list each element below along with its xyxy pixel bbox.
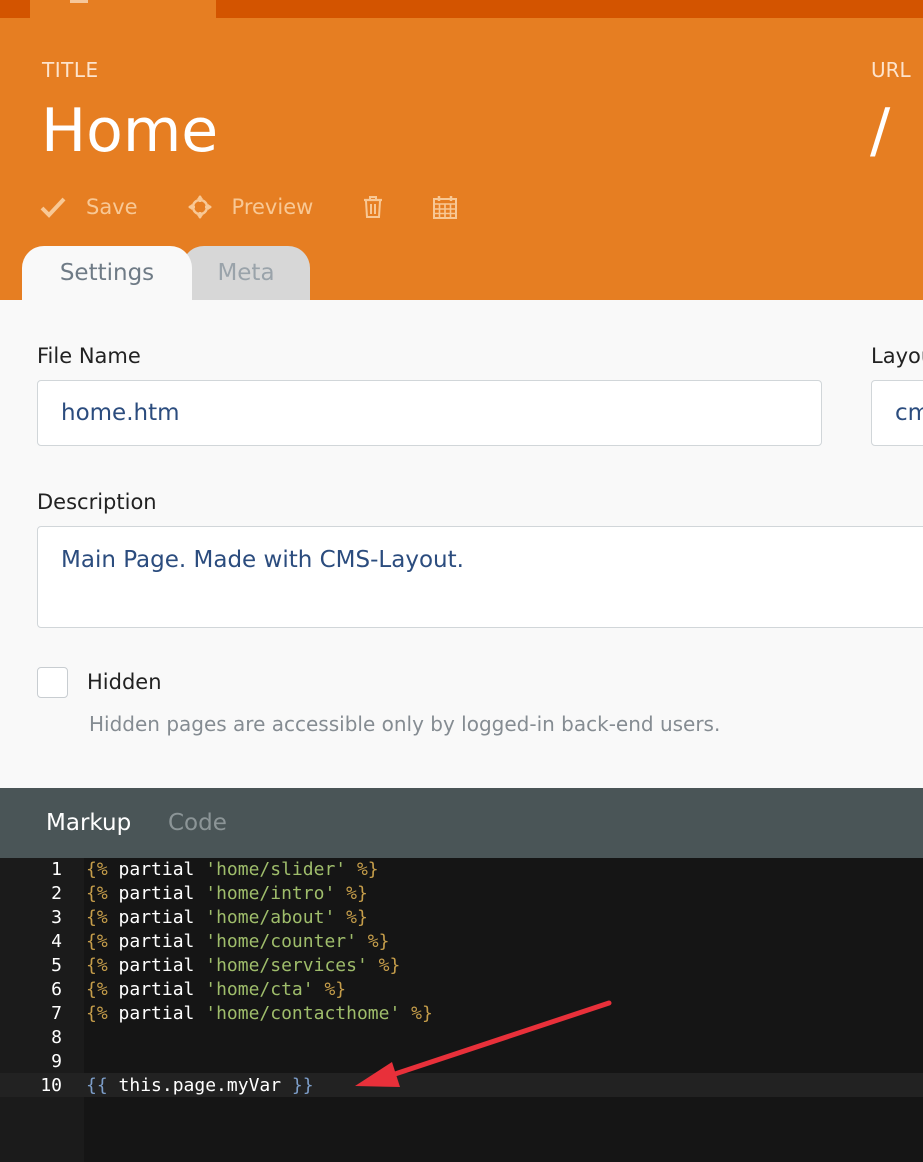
toolbar: Save Preview (40, 190, 507, 224)
line-code: {% partial 'home/contacthome' %} (86, 1002, 433, 1026)
file-name-label: File Name (37, 344, 141, 368)
save-label: Save (86, 195, 138, 219)
tab-meta-label: Meta (217, 260, 275, 286)
top-tab-bar (0, 0, 923, 18)
code-line[interactable]: 10 {{ this.page.myVar }} (0, 1074, 923, 1098)
code-line[interactable]: 5 {% partial 'home/services' %} (0, 954, 923, 978)
delete-button[interactable] (363, 195, 383, 219)
code-keyword: partial (107, 859, 206, 880)
layout-select[interactable]: cm (871, 380, 923, 446)
line-number: 10 (40, 1075, 62, 1096)
code-delimiter-open: {% (86, 931, 108, 952)
calendar-icon (433, 196, 458, 219)
code-line[interactable]: 4 {% partial 'home/counter' %} (0, 930, 923, 954)
tab-meta[interactable]: Meta (182, 246, 310, 300)
tab-settings-label: Settings (59, 260, 155, 286)
code-delimiter-open: {% (86, 883, 108, 904)
line-number: 4 (51, 931, 62, 952)
code-string: 'home/cta' (205, 979, 314, 1000)
line-number: 5 (51, 955, 62, 976)
page-url-field[interactable]: / (870, 96, 890, 166)
code-delimiter-open: {% (86, 955, 108, 976)
line-number: 2 (51, 883, 62, 904)
code-keyword: partial (107, 955, 206, 976)
line-code: {% partial 'home/counter' %} (86, 930, 389, 954)
trash-icon (364, 196, 383, 218)
code-line[interactable]: 9 (0, 1050, 923, 1074)
code-delimiter-close: %} (346, 859, 379, 880)
line-number: 9 (51, 1051, 62, 1072)
crosshair-icon (187, 195, 212, 219)
code-keyword: this.page.myVar (107, 1075, 292, 1096)
code-delimiter-close: %} (313, 979, 347, 1000)
title-label: TITLE (42, 58, 99, 82)
line-number: 3 (51, 907, 62, 928)
description-label: Description (37, 490, 157, 514)
code-delimiter-close: %} (335, 883, 368, 904)
code-keyword: partial (107, 907, 206, 928)
line-number: 7 (51, 1003, 62, 1024)
code-keyword: partial (107, 883, 206, 904)
code-delimiter-open: {% (86, 859, 108, 880)
hidden-label[interactable]: Hidden (87, 670, 162, 694)
code-line[interactable]: 3 {% partial 'home/about' %} (0, 906, 923, 930)
line-number: 6 (51, 979, 62, 1000)
line-code: {% partial 'home/slider' %} (86, 858, 379, 882)
file-name-input[interactable]: home.htm (37, 380, 822, 446)
code-line[interactable]: 6 {% partial 'home/cta' %} (0, 978, 923, 1002)
line-number: 1 (51, 859, 62, 880)
code-keyword: partial (107, 979, 206, 1000)
code-delimiter-open: {{ (86, 1075, 108, 1096)
hidden-help-text: Hidden pages are accessible only by logg… (89, 712, 721, 736)
code-delimiter-close: %} (356, 931, 390, 952)
code-string: 'home/contacthome' (205, 1003, 401, 1024)
code-line[interactable]: 7 {% partial 'home/contacthome' %} (0, 1002, 923, 1026)
open-document-tab[interactable] (30, 0, 216, 18)
code-string: 'home/about' (205, 907, 336, 928)
tab-code[interactable]: Code (168, 810, 227, 836)
editor-tab-bar: Markup Code (0, 788, 923, 858)
line-code: {% partial 'home/cta' %} (86, 978, 346, 1002)
code-keyword: partial (107, 931, 206, 952)
save-button[interactable]: Save (40, 195, 138, 219)
tab-icon (70, 0, 88, 3)
code-delimiter-open: {% (86, 907, 108, 928)
code-line[interactable]: 1 {% partial 'home/slider' %} (0, 858, 923, 882)
line-code: {% partial 'home/about' %} (86, 906, 368, 930)
line-code: {{ this.page.myVar }} (86, 1074, 314, 1098)
tab-settings[interactable]: Settings (22, 246, 192, 300)
code-string: 'home/services' (205, 955, 368, 976)
schedule-button[interactable] (433, 195, 458, 219)
description-input[interactable]: Main Page. Made with CMS-Layout. (37, 526, 923, 628)
code-string: 'home/intro' (205, 883, 336, 904)
code-string: 'home/counter' (205, 931, 357, 952)
url-label: URL (871, 58, 911, 82)
code-delimiter-open: {% (86, 1003, 108, 1024)
line-number: 8 (51, 1027, 62, 1048)
code-line[interactable]: 8 (0, 1026, 923, 1050)
code-delimiter-close: }} (291, 1075, 314, 1096)
code-delimiter-close: %} (400, 1003, 433, 1024)
code-delimiter-open: {% (86, 979, 108, 1000)
code-string: 'home/slider' (205, 859, 347, 880)
line-code: {% partial 'home/services' %} (86, 954, 400, 978)
code-editor[interactable]: 1 {% partial 'home/slider' %} 2 {% partial … (0, 858, 923, 1162)
settings-form: File Name home.htm Layou cm Description … (0, 300, 923, 788)
code-keyword: partial (107, 1003, 206, 1024)
code-delimiter-close: %} (335, 907, 368, 928)
tab-markup[interactable]: Markup (46, 810, 131, 836)
check-icon (40, 197, 66, 218)
preview-label: Preview (231, 195, 314, 219)
hidden-checkbox[interactable] (37, 667, 68, 698)
preview-button[interactable]: Preview (187, 195, 314, 219)
page-title-field[interactable]: Home (41, 96, 218, 166)
layout-label: Layou (871, 344, 923, 368)
code-delimiter-close: %} (367, 955, 401, 976)
line-code: {% partial 'home/intro' %} (86, 882, 368, 906)
code-line[interactable]: 2 {% partial 'home/intro' %} (0, 882, 923, 906)
